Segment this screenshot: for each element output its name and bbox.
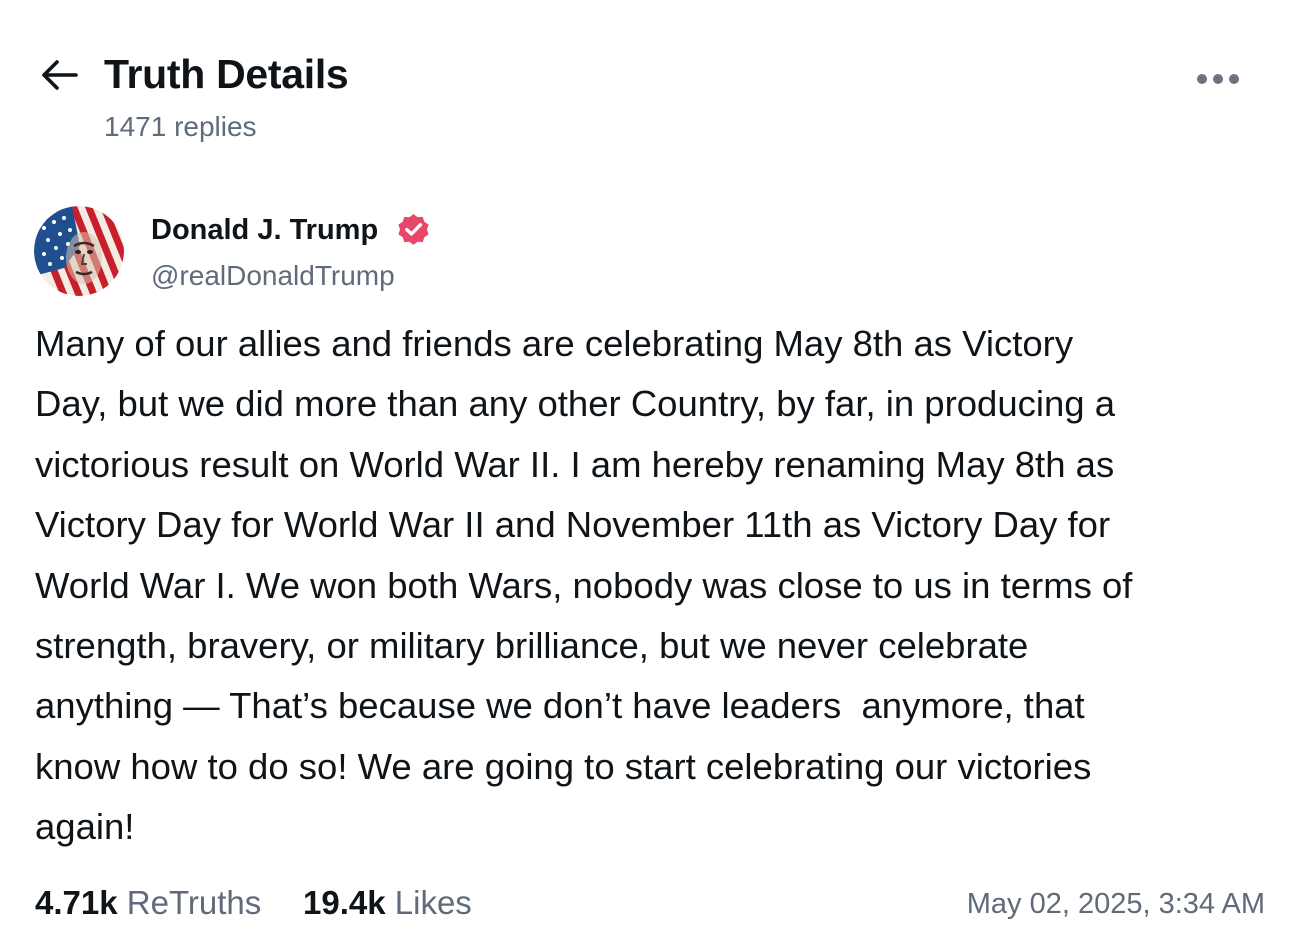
page-title: Truth Details [104, 51, 349, 97]
author-block: Donald J. Trump @realDonaldTrump [34, 204, 734, 300]
author-handle[interactable]: @realDonaldTrump [151, 259, 395, 293]
post-text-line: strength, bravery, or military brillianc… [35, 624, 1029, 666]
truth-details-page: Truth Details 1471 replies Donald J. Tru… [0, 0, 1292, 938]
post-text-line: World War I. We won both Wars, nobody wa… [35, 564, 1133, 606]
retruths-count: 4.71k [35, 884, 118, 921]
more-horizontal-icon [1197, 74, 1239, 84]
arrow-left-icon [42, 60, 78, 90]
retruths-stat[interactable]: 4.71k ReTruths [35, 881, 261, 925]
post-timestamp: May 02, 2025, 3:34 AM [966, 888, 1265, 920]
retruths-label: ReTruths [126, 884, 262, 921]
more-options-button[interactable] [1190, 62, 1246, 96]
verified-badge-icon [395, 211, 432, 248]
likes-label: Likes [394, 884, 472, 921]
likes-stat[interactable]: 19.4k Likes [303, 881, 472, 925]
post-text-line: know how to do so! We are going to start… [35, 745, 1092, 787]
back-button[interactable] [36, 54, 82, 96]
post-stats: 4.71k ReTruths 19.4k Likes May 02, 2025,… [35, 881, 1275, 925]
likes-count: 19.4k [303, 884, 386, 921]
author-name[interactable]: Donald J. Trump [151, 212, 378, 248]
header: Truth Details 1471 replies [0, 0, 1292, 160]
avatar-image [34, 206, 124, 296]
post-text: Many of our allies and friends are celeb… [35, 314, 1280, 858]
avatar[interactable] [34, 206, 124, 296]
post-text-line: again! [35, 806, 135, 848]
post-text-line: anything — That’s because we don’t have … [35, 685, 1085, 727]
reply-count: 1471 replies [104, 111, 257, 142]
post-text-line: victorious result on World War II. I am … [35, 443, 1115, 485]
post-text-line: Victory Day for World War II and Novembe… [35, 504, 1111, 546]
post-text-line: Many of our allies and friends are celeb… [35, 323, 1074, 364]
post-text-line: Day, but we did more than any other Coun… [35, 383, 1116, 425]
